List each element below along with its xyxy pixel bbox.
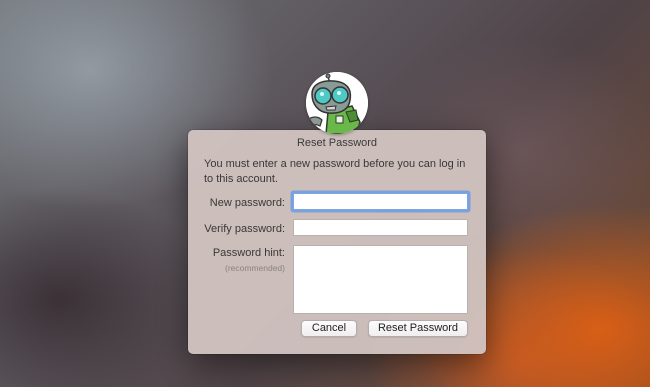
dialog-message: You must enter a new password before you… — [204, 158, 466, 185]
dialog-title: Reset Password — [296, 137, 378, 149]
verify-password-field[interactable] — [293, 219, 468, 236]
password-hint-sublabel: (recommended) — [225, 263, 285, 273]
new-password-field[interactable] — [293, 193, 468, 210]
reset-password-dialog: Reset Password You must enter a new pass… — [188, 130, 486, 354]
new-password-label: New password: — [209, 197, 285, 209]
verify-password-label: Verify password: — [204, 223, 285, 235]
cancel-button[interactable]: Cancel — [301, 320, 357, 337]
password-hint-label: Password hint: — [212, 247, 285, 259]
password-hint-field[interactable] — [293, 245, 468, 314]
user-avatar — [306, 72, 368, 134]
robot-avatar-icon — [306, 72, 368, 134]
reset-password-button[interactable]: Reset Password — [368, 320, 468, 337]
